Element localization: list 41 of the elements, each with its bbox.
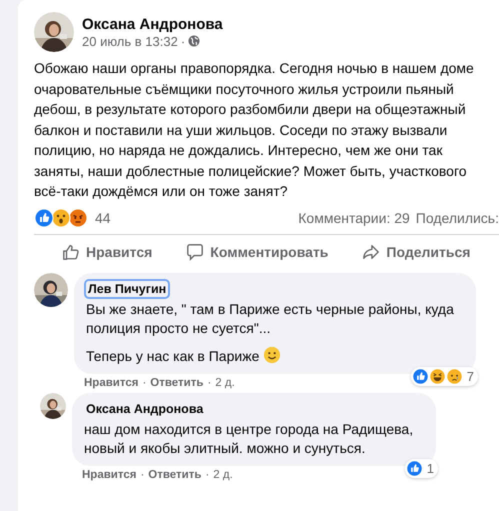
angry-reaction-icon	[68, 208, 88, 228]
reaction-count: 7	[466, 368, 474, 384]
author-name[interactable]: Оксана Андронова	[82, 16, 223, 32]
thumbs-up-icon	[62, 242, 80, 260]
reaction-badge[interactable]: 7	[410, 366, 478, 386]
share-arrow-icon	[362, 242, 380, 260]
like-reaction-icon	[34, 208, 54, 228]
like-reaction-icon	[412, 368, 429, 384]
separator-dot: ·	[207, 376, 212, 388]
sad-reaction-icon	[446, 368, 463, 384]
like-link[interactable]: Нравится	[84, 376, 138, 388]
separator-dot: ·	[205, 468, 210, 480]
commenter-name[interactable]: Оксана Андронова	[84, 400, 206, 416]
reaction-count[interactable]: 44	[95, 210, 111, 226]
reply-link[interactable]: Ответить	[150, 376, 204, 388]
comments-count[interactable]: Комментарии: 29	[298, 210, 410, 226]
like-link[interactable]: Нравится	[82, 468, 136, 480]
separator-dot: ·	[142, 376, 146, 388]
commenter-name[interactable]: Лев Пичугин	[86, 280, 168, 296]
comment-text: Теперь у нас как в Париже	[86, 346, 464, 366]
smiley-icon	[263, 346, 282, 364]
comment-text: наш дом находится в центре города на Радищева, новый и якобы элитный. можно и сунуться.	[84, 420, 414, 458]
reaction-count: 1	[426, 460, 434, 476]
comment-age[interactable]: 2 д.	[215, 376, 235, 388]
reply-link[interactable]: Ответить	[148, 468, 202, 480]
globe-icon	[188, 35, 200, 47]
comment-text: Вы же знаете, " там в Париже есть черные районы, куда полиция просто не суется"...	[86, 300, 455, 338]
reaction-badge[interactable]: 1	[404, 458, 438, 478]
separator-dot: ·	[180, 34, 186, 48]
shares-count[interactable]: Поделились:	[416, 210, 499, 226]
post-text: Обожаю наши органы правопорядка. Сегодня ночью в нашем доме очаровательные съёмщики посуточного жилья устроили пьяный дебош, в результате которого разбомбили двери на общеэтажный балкон и поставили на уши жильцов. Соседи по этажу вызвали полицию, но наряда не дождались. Интересно, чем же они так заняты, наши доблестные полицейские? Может быть, участкового всё-таки дождёмся или он тоже занят?	[34, 59, 475, 201]
like-reaction-icon	[406, 460, 423, 476]
laughing-reaction-icon	[428, 368, 446, 384]
post-date[interactable]: 20 июль в 13:32	[82, 34, 178, 48]
comment-age[interactable]: 2 д.	[213, 468, 233, 480]
speech-bubble-icon	[186, 242, 204, 260]
share-button[interactable]: Поделиться	[362, 238, 470, 264]
separator-dot: ·	[140, 468, 144, 480]
comment-button[interactable]: Комментировать	[186, 238, 328, 264]
wow-reaction-icon	[51, 208, 71, 228]
like-button[interactable]: Нравится	[62, 238, 152, 264]
